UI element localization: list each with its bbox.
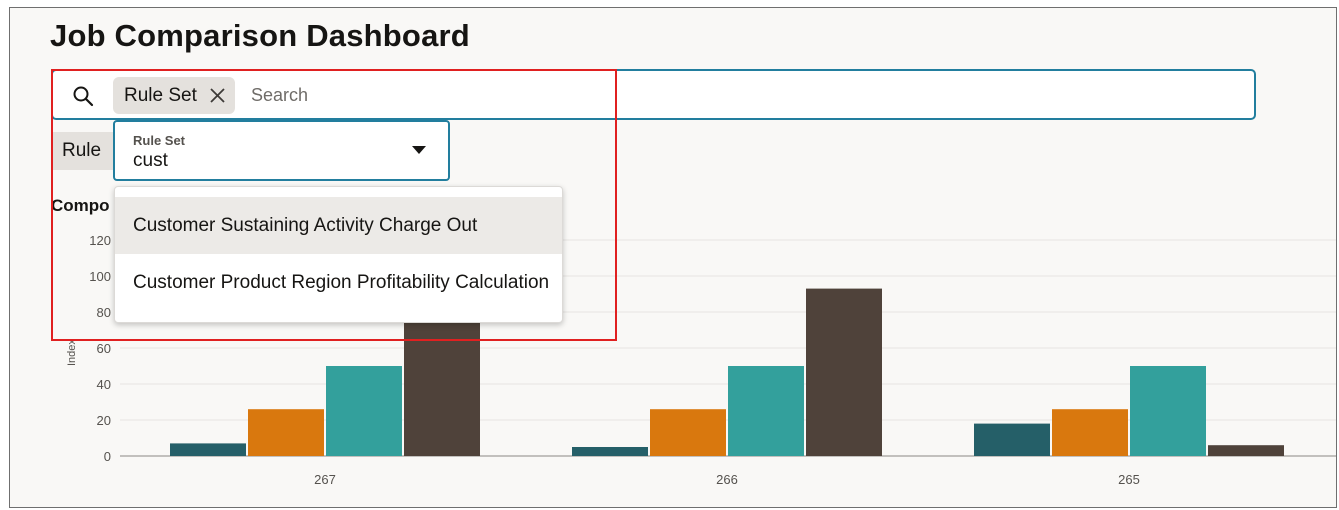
- y-axis-label: Index: [66, 339, 78, 366]
- bar: [728, 366, 804, 456]
- bar: [1130, 366, 1206, 456]
- y-tick-label: 40: [97, 377, 111, 392]
- search-input[interactable]: [251, 80, 1151, 110]
- rule-set-select[interactable]: Rule Set cust: [113, 120, 450, 181]
- bar: [248, 409, 324, 456]
- y-tick-label: 60: [97, 341, 111, 356]
- bar: [404, 319, 480, 456]
- dropdown-option[interactable]: Customer Product Region Profitability Ca…: [115, 254, 562, 311]
- chart-title: Compo: [51, 196, 110, 215]
- bar: [170, 443, 246, 456]
- rule-set-dropdown: Customer Sustaining Activity Charge Out …: [114, 186, 563, 323]
- y-tick-label: 80: [97, 305, 111, 320]
- bar: [974, 423, 1050, 456]
- x-tick-label: 267: [314, 472, 336, 487]
- x-tick-label: 265: [1118, 472, 1140, 487]
- rule-set-select-value[interactable]: cust: [133, 150, 168, 172]
- dropdown-option[interactable]: Customer Sustaining Activity Charge Out: [115, 197, 562, 254]
- x-tick-label: 266: [716, 472, 738, 487]
- search-icon[interactable]: [71, 84, 95, 108]
- bar: [326, 366, 402, 456]
- close-icon[interactable]: [209, 87, 226, 104]
- y-tick-label: 100: [89, 269, 111, 284]
- dashboard-frame: 0 20 40 60 80 100 120 Index 267 266 265 Compo Job …: [9, 7, 1337, 508]
- y-tick-label: 0: [104, 449, 111, 464]
- rule-set-select-label: Rule Set: [133, 133, 186, 148]
- filter-chip-label: Rule Set: [124, 84, 197, 106]
- bar: [650, 409, 726, 456]
- bar: [572, 447, 648, 456]
- y-tick-label: 20: [97, 413, 111, 428]
- search-bar[interactable]: Rule Set: [51, 69, 1256, 120]
- caret-down-icon[interactable]: [412, 146, 426, 154]
- bar: [806, 288, 882, 456]
- y-tick-label: 120: [89, 233, 111, 248]
- bar: [1052, 409, 1128, 456]
- filter-chip-rule-set[interactable]: Rule Set: [113, 77, 235, 114]
- bar: [1208, 445, 1284, 456]
- tab-rule[interactable]: Rule: [53, 132, 115, 170]
- page-title: Job Comparison Dashboard: [50, 18, 470, 53]
